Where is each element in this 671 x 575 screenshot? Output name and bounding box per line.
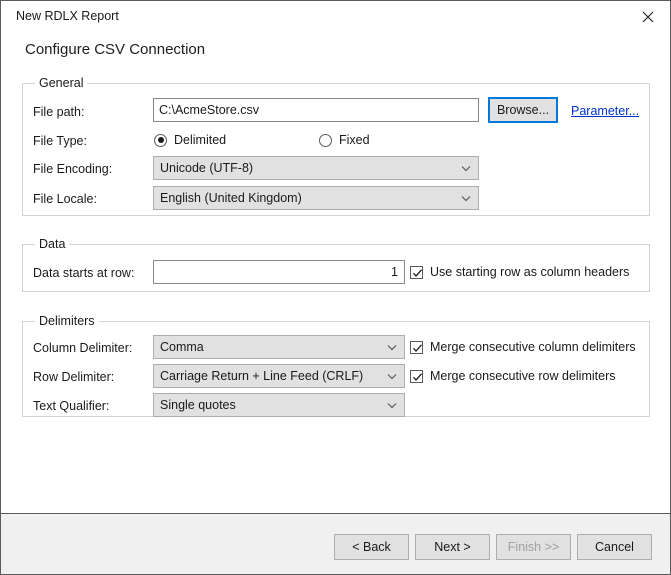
radio-fixed[interactable]: Fixed [319, 133, 370, 147]
checkbox-merge-column-delimiters-mark [410, 340, 423, 354]
file-encoding-value: Unicode (UTF-8) [160, 161, 254, 175]
browse-button[interactable]: Browse... [488, 97, 558, 123]
title-bar: New RDLX Report [1, 1, 670, 33]
chevron-down-icon [458, 195, 474, 202]
finish-button[interactable]: Finish >> [496, 534, 571, 560]
chevron-down-icon [384, 402, 400, 409]
page-title: Configure CSV Connection [25, 41, 206, 58]
checkbox-merge-row-delimiters-label: Merge consecutive row delimiters [430, 369, 616, 383]
text-qualifier-value: Single quotes [160, 398, 236, 412]
radio-fixed-label: Fixed [339, 133, 370, 147]
delimiters-legend: Delimiters [35, 314, 99, 328]
radio-delimited-mark [154, 133, 167, 147]
file-locale-value: English (United Kingdom) [160, 191, 302, 205]
column-delimiter-value: Comma [160, 340, 204, 354]
radio-delimited-label: Delimited [174, 133, 227, 147]
chevron-down-icon [458, 165, 474, 172]
checkbox-use-starting-row[interactable]: Use starting row as column headers [410, 265, 629, 279]
chevron-down-icon [384, 373, 400, 380]
data-starts-at-row-input[interactable] [153, 260, 405, 284]
checkbox-use-starting-row-label: Use starting row as column headers [430, 265, 630, 279]
chevron-down-icon [384, 344, 400, 351]
column-delimiter-label: Column Delimiter: [33, 341, 133, 355]
text-qualifier-combobox[interactable]: Single quotes [153, 393, 405, 417]
close-icon[interactable] [625, 1, 670, 32]
dialog-window: New RDLX Report Configure CSV Connection… [0, 0, 671, 575]
back-button[interactable]: < Back [334, 534, 409, 560]
checkbox-use-starting-row-mark [410, 265, 423, 279]
general-legend: General [35, 76, 88, 90]
checkbox-merge-row-delimiters[interactable]: Merge consecutive row delimiters [410, 369, 616, 383]
file-locale-combobox[interactable]: English (United Kingdom) [153, 186, 479, 210]
file-path-label: File path: [33, 105, 85, 119]
file-encoding-label: File Encoding: [33, 162, 113, 176]
file-path-input[interactable] [153, 98, 479, 122]
row-delimiter-value: Carriage Return + Line Feed (CRLF) [160, 369, 364, 383]
file-type-label: File Type: [33, 134, 87, 148]
row-delimiter-combobox[interactable]: Carriage Return + Line Feed (CRLF) [153, 364, 405, 388]
data-starts-at-row-label: Data starts at row: [33, 266, 135, 280]
file-encoding-combobox[interactable]: Unicode (UTF-8) [153, 156, 479, 180]
radio-fixed-mark [319, 133, 332, 147]
column-delimiter-combobox[interactable]: Comma [153, 335, 405, 359]
next-button[interactable]: Next > [415, 534, 490, 560]
window-title: New RDLX Report [16, 9, 119, 23]
radio-delimited[interactable]: Delimited [154, 133, 226, 147]
cancel-button[interactable]: Cancel [577, 534, 652, 560]
footer-panel: < Back Next > Finish >> Cancel [1, 513, 670, 574]
row-delimiter-label: Row Delimiter: [33, 370, 115, 384]
parameter-link[interactable]: Parameter... [571, 104, 639, 118]
data-legend: Data [35, 237, 70, 251]
checkbox-merge-column-delimiters-label: Merge consecutive column delimiters [430, 340, 636, 354]
checkbox-merge-column-delimiters[interactable]: Merge consecutive column delimiters [410, 340, 636, 354]
checkbox-merge-row-delimiters-mark [410, 369, 423, 383]
text-qualifier-label: Text Qualifier: [33, 399, 110, 413]
file-locale-label: File Locale: [33, 192, 97, 206]
